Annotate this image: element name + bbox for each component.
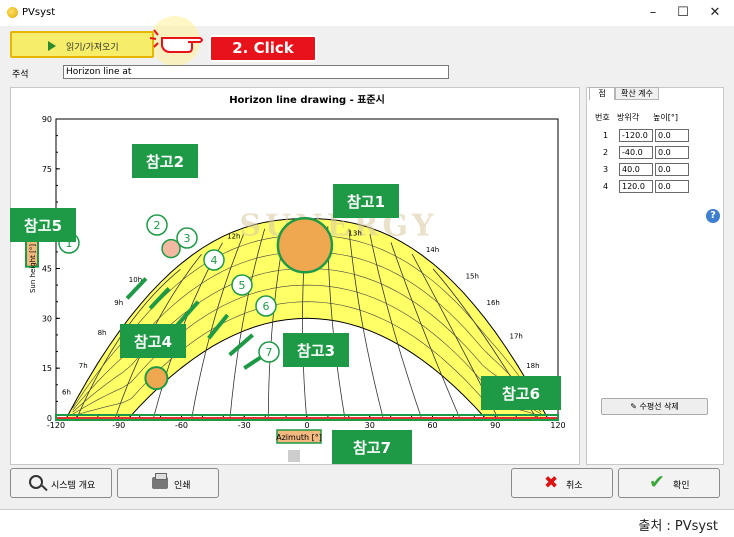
header-no: 번호 xyxy=(595,113,610,122)
close-button[interactable]: ✕ xyxy=(700,3,730,23)
height-input[interactable]: 0.0 xyxy=(655,163,689,176)
callout-label: 참고2 xyxy=(146,153,184,171)
search-icon xyxy=(29,475,43,489)
step-number: 7 xyxy=(266,346,273,359)
window-title: PVsyst xyxy=(22,7,56,18)
step-number: 5 xyxy=(239,279,246,292)
hour-label: 14h xyxy=(426,246,439,254)
chart-title: Horizon line drawing - 표준시 xyxy=(229,94,385,106)
height-input[interactable]: 0.0 xyxy=(655,180,689,193)
callout-label: 참고4 xyxy=(134,333,172,351)
hour-label: 9h xyxy=(114,299,123,307)
source-caption: 출처 : PVsyst xyxy=(638,519,718,534)
hour-label: 15h xyxy=(466,272,479,280)
system-overview-button[interactable]: 시스템 개요 xyxy=(10,468,112,498)
tab-points[interactable]: 점 xyxy=(589,87,615,100)
hour-label: 12h xyxy=(227,233,240,241)
height-input[interactable]: 0.0 xyxy=(655,146,689,159)
y-tick-label: 90 xyxy=(42,115,52,124)
print-button[interactable]: 인쇄 xyxy=(117,468,219,498)
hour-label: 13h xyxy=(348,229,361,237)
click-callout: 2. Click xyxy=(209,35,317,62)
x-tick-label: 90 xyxy=(490,421,500,430)
step-number: 3 xyxy=(184,232,191,245)
row-no: 4 xyxy=(603,182,609,191)
hour-label: 17h xyxy=(509,332,522,340)
eraser-icon: ✎ xyxy=(630,402,637,411)
step-number: 4 xyxy=(211,254,218,267)
note-input[interactable]: Horizon line at xyxy=(63,65,449,79)
cancel-x-icon: ✖ xyxy=(544,473,559,493)
cancel-button[interactable]: ✖ 취소 xyxy=(511,468,613,498)
step-number: 2 xyxy=(154,219,161,232)
hour-label: 18h xyxy=(526,362,539,370)
horizon-chart[interactable]: Horizon line drawing - 표준시SUNERGY-120 -90… xyxy=(10,87,580,465)
x-tick-label: 30 xyxy=(365,421,375,430)
system-overview-label: 시스템 개요 xyxy=(51,481,96,491)
hour-label: 8h xyxy=(98,329,107,337)
x-tick-label: -30 xyxy=(238,421,251,430)
x-axis-label: Azimuth [°] xyxy=(276,433,322,442)
azimuth-input[interactable]: -120.0 xyxy=(619,129,653,142)
height-input[interactable]: 0.0 xyxy=(655,129,689,142)
y-tick-label: 45 xyxy=(42,265,52,274)
row-no: 2 xyxy=(603,148,609,157)
x-tick-label: -60 xyxy=(175,421,188,430)
delete-horizon-label: 수평선 삭제 xyxy=(639,402,679,411)
y-tick-label: 75 xyxy=(42,165,52,174)
header-height: 높이[°] xyxy=(653,113,678,122)
pvsyst-logo-icon xyxy=(7,7,18,18)
callout-label: 참고1 xyxy=(347,193,385,211)
title-bar: PVsyst – ☐ ✕ xyxy=(0,0,734,26)
step-number: 6 xyxy=(263,300,270,313)
header-azimuth: 방위각 xyxy=(617,113,640,122)
tab-diffuse[interactable]: 확산 계수 xyxy=(615,87,659,100)
x-tick-label: 0 xyxy=(304,421,309,430)
azimuth-input[interactable]: 40.0 xyxy=(619,163,653,176)
row-no: 1 xyxy=(603,131,609,140)
pointing-hand-icon xyxy=(149,29,203,53)
delete-horizon-button[interactable]: ✎ 수평선 삭제 xyxy=(601,398,708,415)
y-axis-label: Sun height [°] xyxy=(29,244,37,293)
checkmark-icon: ✔ xyxy=(649,471,665,493)
hour-label: 6h xyxy=(62,389,71,397)
x-tick-label: -90 xyxy=(112,421,125,430)
callout-label: 참고5 xyxy=(24,217,62,235)
ref4-circle xyxy=(144,366,169,391)
ok-label: 확인 xyxy=(673,481,690,491)
ref1-circle xyxy=(276,216,334,274)
y-tick-label: 0 xyxy=(47,414,52,423)
y-tick-label: 30 xyxy=(42,314,52,323)
points-panel: 점 확산 계수 번호 방위각 높이[°] 1 -120.0 0.0 2 -40.… xyxy=(586,87,724,465)
scrollbar-thumb[interactable] xyxy=(288,450,300,462)
callout-label: 참고3 xyxy=(297,342,335,360)
callout-label: 참고7 xyxy=(353,439,391,457)
hour-label: 16h xyxy=(486,299,499,307)
azimuth-input[interactable]: -40.0 xyxy=(619,146,653,159)
pvsyst-window: PVsyst – ☐ ✕ 읽기/가져오기 2. Click 주석 Horizon… xyxy=(0,0,734,510)
arrow-right-icon xyxy=(48,41,56,51)
x-tick-label: 60 xyxy=(427,421,437,430)
hour-label: 7h xyxy=(79,362,88,370)
y-tick-label: 15 xyxy=(42,364,52,373)
print-label: 인쇄 xyxy=(174,481,191,491)
load-import-label: 읽기/가져오기 xyxy=(66,43,119,53)
row-no: 3 xyxy=(603,165,609,174)
minimize-button[interactable]: – xyxy=(638,3,668,23)
ok-button[interactable]: ✔ 확인 xyxy=(618,468,720,498)
x-tick-label: 120 xyxy=(550,421,565,430)
cancel-label: 취소 xyxy=(566,481,583,491)
printer-icon xyxy=(152,473,168,489)
help-icon[interactable]: ? xyxy=(706,209,720,223)
note-label: 주석 xyxy=(12,70,29,80)
callout-label: 참고6 xyxy=(502,385,540,403)
maximize-button[interactable]: ☐ xyxy=(668,3,698,23)
load-import-button[interactable]: 읽기/가져오기 xyxy=(10,31,154,58)
azimuth-input[interactable]: 120.0 xyxy=(619,180,653,193)
